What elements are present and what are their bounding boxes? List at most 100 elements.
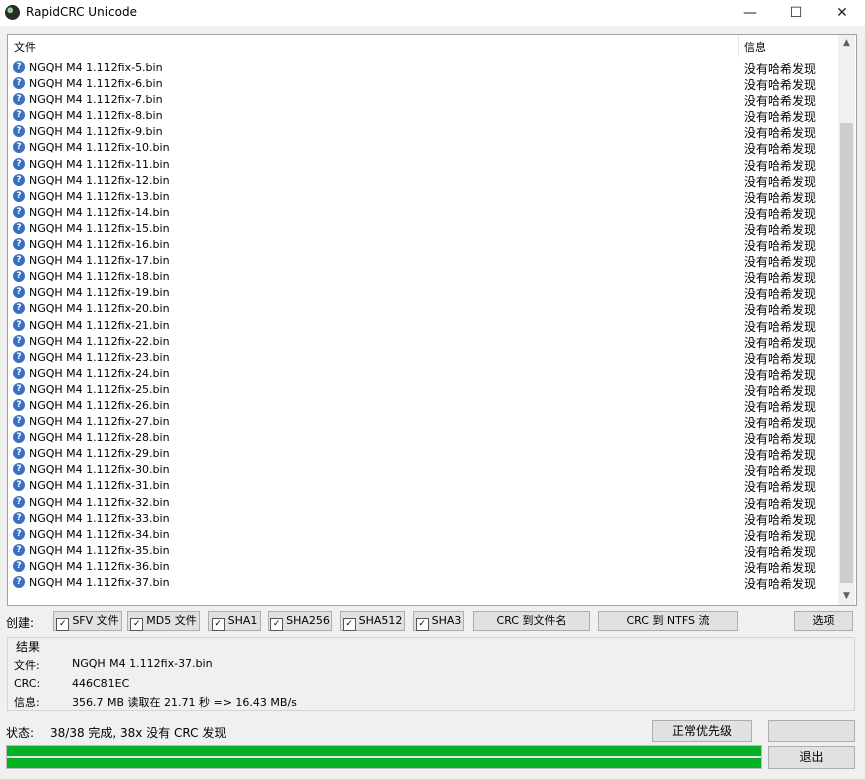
sha3-button[interactable]: ✓ SHA3 — [413, 611, 464, 631]
sha1-button[interactable]: ✓ SHA1 — [208, 611, 261, 631]
list-item[interactable]: ? NGQH M4 1.112fix-9.bin 没有哈希发现 — [8, 124, 837, 140]
column-divider[interactable] — [738, 35, 739, 57]
list-item-file: NGQH M4 1.112fix-22.bin — [29, 334, 170, 348]
sfv-file-button[interactable]: ✓ SFV 文件 — [53, 611, 122, 631]
vertical-scrollbar[interactable]: ▲ ▼ — [838, 35, 855, 605]
scroll-up-icon[interactable]: ▲ — [838, 35, 855, 52]
sha512-button[interactable]: ✓ SHA512 — [340, 611, 405, 631]
list-item-file: NGQH M4 1.112fix-29.bin — [29, 447, 170, 461]
list-item-file: NGQH M4 1.112fix-20.bin — [29, 302, 170, 316]
list-item[interactable]: ? NGQH M4 1.112fix-11.bin 没有哈希发现 — [8, 157, 837, 173]
checkbox-icon: ✓ — [342, 618, 356, 631]
sha1-label: SHA1 — [227, 614, 258, 627]
sha256-button[interactable]: ✓ SHA256 — [268, 611, 332, 631]
status-value: 38/38 完成, 38x 没有 CRC 发现 — [50, 726, 227, 740]
column-header-info[interactable]: 信息 — [744, 39, 766, 55]
list-item[interactable]: ? NGQH M4 1.112fix-13.bin 没有哈希发现 — [8, 189, 837, 205]
list-item[interactable]: ? NGQH M4 1.112fix-30.bin 没有哈希发现 — [8, 462, 837, 478]
column-header-file[interactable]: 文件 — [14, 39, 36, 55]
list-item[interactable]: ? NGQH M4 1.112fix-26.bin 没有哈希发现 — [8, 398, 837, 414]
list-item-file: NGQH M4 1.112fix-12.bin — [29, 173, 170, 187]
list-item[interactable]: ? NGQH M4 1.112fix-32.bin 没有哈希发现 — [8, 495, 837, 511]
list-item[interactable]: ? NGQH M4 1.112fix-7.bin 没有哈希发现 — [8, 92, 837, 108]
list-item-info: 没有哈希发现 — [744, 126, 817, 141]
list-item-info: 没有哈希发现 — [744, 512, 817, 527]
help-circle-icon: ? — [13, 463, 25, 476]
secondary-action-button[interactable] — [768, 720, 855, 742]
list-item[interactable]: ? NGQH M4 1.112fix-24.bin 没有哈希发现 — [8, 366, 837, 382]
crc-to-filename-button[interactable]: CRC 到文件名 — [473, 611, 590, 631]
list-item-info: 没有哈希发现 — [744, 464, 817, 479]
file-list[interactable]: 文件 信息 ? NGQH M4 1.112fix-5.bin 没有哈希发现? NGQH… — [7, 34, 857, 606]
list-item-info: 没有哈希发现 — [744, 528, 817, 543]
help-circle-icon: ? — [13, 559, 25, 572]
help-circle-icon: ? — [13, 318, 25, 331]
list-item[interactable]: ? NGQH M4 1.112fix-19.bin 没有哈希发现 — [8, 285, 837, 301]
help-circle-icon: ? — [13, 366, 25, 379]
list-item[interactable]: ? NGQH M4 1.112fix-15.bin 没有哈希发现 — [8, 221, 837, 237]
list-item-info: 没有哈希发现 — [744, 303, 817, 318]
md5-file-button[interactable]: ✓ MD5 文件 — [127, 611, 200, 631]
list-item-file: NGQH M4 1.112fix-33.bin — [29, 511, 170, 525]
close-button[interactable]: ✕ — [819, 0, 865, 26]
list-item[interactable]: ? NGQH M4 1.112fix-22.bin 没有哈希发现 — [8, 334, 837, 350]
list-item-info: 没有哈希发现 — [744, 367, 817, 382]
help-circle-icon: ? — [13, 61, 25, 73]
help-circle-icon: ? — [13, 77, 25, 90]
list-item-file: NGQH M4 1.112fix-27.bin — [29, 415, 170, 429]
list-item[interactable]: ? NGQH M4 1.112fix-20.bin 没有哈希发现 — [8, 301, 837, 317]
help-circle-icon: ? — [13, 238, 25, 251]
result-file-label: 文件: — [14, 659, 40, 672]
list-item-file: NGQH M4 1.112fix-28.bin — [29, 431, 170, 445]
list-item-info: 没有哈希发现 — [744, 206, 817, 221]
list-item[interactable]: ? NGQH M4 1.112fix-21.bin 没有哈希发现 — [8, 318, 837, 334]
list-item-file: NGQH M4 1.112fix-30.bin — [29, 463, 170, 477]
list-item[interactable]: ? NGQH M4 1.112fix-28.bin 没有哈希发现 — [8, 430, 837, 446]
list-item[interactable]: ? NGQH M4 1.112fix-17.bin 没有哈希发现 — [8, 253, 837, 269]
maximize-button[interactable]: ☐ — [773, 0, 819, 26]
list-item-info: 没有哈希发现 — [744, 222, 817, 237]
sha3-label: SHA3 — [431, 614, 462, 627]
result-info-value: 356.7 MB 读取在 21.71 秒 => 16.43 MB/s — [72, 696, 297, 709]
list-item[interactable]: ? NGQH M4 1.112fix-36.bin 没有哈希发现 — [8, 559, 837, 575]
result-crc-value: 446C81EC — [72, 677, 130, 690]
list-item[interactable]: ? NGQH M4 1.112fix-27.bin 没有哈希发现 — [8, 414, 837, 430]
list-item[interactable]: ? NGQH M4 1.112fix-25.bin 没有哈希发现 — [8, 382, 837, 398]
list-item[interactable]: ? NGQH M4 1.112fix-16.bin 没有哈希发现 — [8, 237, 837, 253]
help-circle-icon: ? — [13, 447, 25, 460]
window-title: RapidCRC Unicode — [26, 5, 137, 19]
list-item[interactable]: ? NGQH M4 1.112fix-10.bin 没有哈希发现 — [8, 140, 837, 156]
help-circle-icon: ? — [13, 125, 25, 138]
list-item[interactable]: ? NGQH M4 1.112fix-34.bin 没有哈希发现 — [8, 527, 837, 543]
sha512-label: SHA512 — [358, 614, 403, 627]
exit-button[interactable]: 退出 — [768, 746, 855, 769]
list-header: 文件 信息 — [8, 35, 837, 57]
list-item-file: NGQH M4 1.112fix-26.bin — [29, 398, 170, 412]
list-item[interactable]: ? NGQH M4 1.112fix-37.bin 没有哈希发现 — [8, 575, 837, 591]
list-item-file: NGQH M4 1.112fix-32.bin — [29, 495, 170, 509]
scroll-thumb[interactable] — [840, 123, 853, 583]
options-button[interactable]: 选项 — [794, 611, 853, 631]
help-circle-icon: ? — [13, 109, 25, 122]
list-item[interactable]: ? NGQH M4 1.112fix-18.bin 没有哈希发现 — [8, 269, 837, 285]
help-circle-icon: ? — [13, 415, 25, 428]
crc-to-ntfs-button[interactable]: CRC 到 NTFS 流 — [598, 611, 738, 631]
list-rows: ? NGQH M4 1.112fix-5.bin 没有哈希发现? NGQH M4 1.… — [8, 60, 837, 591]
list-item[interactable]: ? NGQH M4 1.112fix-6.bin 没有哈希发现 — [8, 76, 837, 92]
priority-button[interactable]: 正常优先级 — [652, 720, 752, 742]
results-title: 结果 — [14, 638, 43, 655]
list-item[interactable]: ? NGQH M4 1.112fix-29.bin 没有哈希发现 — [8, 446, 837, 462]
list-item[interactable]: ? NGQH M4 1.112fix-31.bin 没有哈希发现 — [8, 478, 837, 494]
scroll-down-icon[interactable]: ▼ — [838, 588, 855, 605]
list-item[interactable]: ? NGQH M4 1.112fix-14.bin 没有哈希发现 — [8, 205, 837, 221]
list-item[interactable]: ? NGQH M4 1.112fix-35.bin 没有哈希发现 — [8, 543, 837, 559]
list-item[interactable]: ? NGQH M4 1.112fix-5.bin 没有哈希发现 — [8, 60, 837, 76]
list-item[interactable]: ? NGQH M4 1.112fix-12.bin 没有哈希发现 — [8, 173, 837, 189]
list-item[interactable]: ? NGQH M4 1.112fix-8.bin 没有哈希发现 — [8, 108, 837, 124]
list-item[interactable]: ? NGQH M4 1.112fix-33.bin 没有哈希发现 — [8, 511, 837, 527]
list-item[interactable]: ? NGQH M4 1.112fix-23.bin 没有哈希发现 — [8, 350, 837, 366]
minimize-button[interactable]: — — [727, 0, 773, 26]
list-item-info: 没有哈希发现 — [744, 158, 817, 173]
list-item-info: 没有哈希发现 — [744, 110, 817, 125]
list-item-file: NGQH M4 1.112fix-19.bin — [29, 286, 170, 300]
